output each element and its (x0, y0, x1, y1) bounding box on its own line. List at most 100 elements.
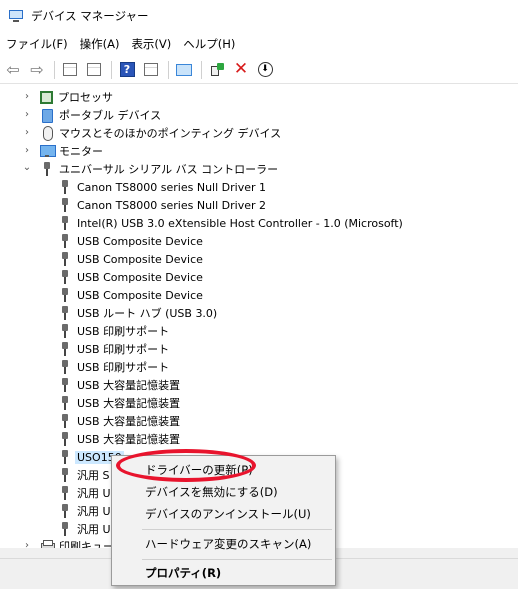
tree-item[interactable]: USB Composite Device (58, 250, 203, 268)
add-driver-icon[interactable] (206, 59, 228, 81)
tree-item[interactable]: Canon TS8000 series Null Driver 2 (58, 196, 266, 214)
menu-help[interactable]: ヘルプ(H) (177, 34, 241, 54)
tree-item[interactable]: USB Composite Device (58, 232, 203, 250)
tree-item[interactable]: USB 大容量記憶装置 (58, 376, 180, 394)
chevron-down-icon[interactable]: ⌄ (22, 163, 32, 173)
chevron-right-icon[interactable]: › (22, 110, 32, 120)
usb-icon (58, 234, 72, 248)
toolbar-separator (111, 60, 112, 79)
usb-icon (58, 414, 72, 428)
tree-item[interactable]: 汎用 U (58, 484, 111, 502)
usb-icon (58, 396, 72, 410)
tree-label: USB 印刷サポート (77, 325, 170, 338)
properties-icon[interactable] (59, 59, 81, 81)
usb-icon (58, 378, 72, 392)
tree-label: USB Composite Device (77, 288, 203, 302)
usb-icon (58, 252, 72, 266)
menu-separator (142, 529, 332, 530)
tree-item[interactable]: USB 印刷サポート (58, 340, 169, 358)
window-title: デバイス マネージャー (31, 9, 149, 23)
usb-icon (58, 450, 72, 464)
show-hidden-icon[interactable] (83, 59, 105, 81)
tree-item[interactable]: USB Composite Device (58, 268, 203, 286)
tree-item[interactable]: 汎用 U (58, 520, 111, 538)
tree-label: ユニバーサル シリアル バス コントローラー (59, 163, 279, 176)
tree-item[interactable]: USB 大容量記憶装置 (58, 430, 180, 448)
tree-category-monitor[interactable]: › モニター (22, 142, 103, 160)
tree-category-usb[interactable]: ⌄ ユニバーサル シリアル バス コントローラー (22, 160, 278, 178)
tree-label: USB Composite Device (77, 252, 203, 266)
tree-item[interactable]: 汎用 S (58, 466, 109, 484)
tree-label: USB 大容量記憶装置 (77, 397, 181, 410)
usb-icon (58, 468, 72, 482)
scan-hardware-menu-item[interactable]: ハードウェア変更のスキャン(A) (113, 533, 334, 555)
tree-label: 汎用 U (77, 505, 111, 518)
toolbar: ⇦ ⇨ ? ✕ ⬇ (0, 56, 518, 84)
usb-icon (58, 522, 72, 536)
tree-category-processor[interactable]: › プロセッサ (22, 88, 113, 106)
usb-icon (58, 198, 72, 212)
mouse-icon (40, 126, 54, 141)
uninstall-device-menu-item[interactable]: デバイスのアンインストール(U) (113, 503, 334, 525)
tree-label: 汎用 U (77, 487, 111, 500)
usb-icon (58, 306, 72, 320)
chevron-right-icon[interactable]: › (22, 92, 32, 102)
usb-icon (58, 270, 72, 284)
tree-label: USB 印刷サポート (77, 343, 170, 356)
tree-item[interactable]: USB 印刷サポート (58, 358, 169, 376)
usb-icon (58, 180, 72, 194)
usb-icon (58, 432, 72, 446)
tree-label: USB 大容量記憶装置 (77, 415, 181, 428)
tree-label: プロセッサ (58, 91, 113, 104)
tree-label: 汎用 U (77, 523, 111, 536)
tree-item[interactable]: Canon TS8000 series Null Driver 1 (58, 178, 266, 196)
menu-bar: ファイル(F) 操作(A) 表示(V) ヘルプ(H) (0, 34, 241, 54)
processor-icon (40, 90, 53, 104)
properties-menu-item[interactable]: プロパティ(R) (113, 562, 334, 584)
tree-item[interactable]: USB 大容量記憶装置 (58, 412, 180, 430)
tree-label: 汎用 S (77, 469, 110, 482)
title-bar: デバイス マネージャー (0, 0, 518, 32)
monitor-icon (40, 144, 56, 158)
toolbar-separator (54, 60, 55, 79)
tree-item[interactable]: USB ルート ハブ (USB 3.0) (58, 304, 217, 322)
tree-label: ポータブル デバイス (59, 109, 162, 122)
portable-device-icon (40, 108, 54, 123)
highlight-oval (116, 449, 256, 482)
tree-label: USB 印刷サポート (77, 361, 170, 374)
view-icon[interactable] (140, 59, 162, 81)
toolbar-separator (201, 60, 202, 79)
tree-label: USB ルート ハブ (USB 3.0) (77, 307, 218, 320)
tree-label: モニター (59, 145, 103, 158)
usb-icon (58, 216, 72, 230)
tree-label: USB Composite Device (77, 234, 203, 248)
tree-label: USB 大容量記憶装置 (77, 433, 181, 446)
tree-item[interactable]: USB 大容量記憶装置 (58, 394, 180, 412)
usb-icon (58, 342, 72, 356)
back-arrow-icon[interactable]: ⇦ (2, 59, 24, 81)
uninstall-icon[interactable]: ✕ (230, 59, 252, 81)
scan-hardware-icon[interactable] (173, 59, 195, 81)
tree-category-portable[interactable]: › ポータブル デバイス (22, 106, 161, 124)
tree-item[interactable]: USB 印刷サポート (58, 322, 169, 340)
usb-icon (40, 162, 54, 176)
chevron-right-icon[interactable]: › (22, 128, 32, 138)
device-manager-icon (8, 9, 24, 23)
usb-icon (58, 324, 72, 338)
tree-label: USB Composite Device (77, 270, 203, 284)
menu-view[interactable]: 表示(V) (125, 34, 177, 54)
menu-separator (142, 559, 332, 560)
forward-arrow-icon[interactable]: ⇨ (26, 59, 48, 81)
tree-item[interactable]: Intel(R) USB 3.0 eXtensible Host Control… (58, 214, 403, 232)
tree-label: USB 大容量記憶装置 (77, 379, 181, 392)
menu-file[interactable]: ファイル(F) (0, 34, 74, 54)
tree-item[interactable]: 汎用 U (58, 502, 111, 520)
menu-action[interactable]: 操作(A) (74, 34, 126, 54)
usb-icon (58, 504, 72, 518)
tree-item[interactable]: USB Composite Device (58, 286, 203, 304)
disable-device-menu-item[interactable]: デバイスを無効にする(D) (113, 481, 334, 503)
tree-category-mouse[interactable]: › マウスとそのほかのポインティング デバイス (22, 124, 281, 142)
help-icon[interactable]: ? (116, 59, 138, 81)
chevron-right-icon[interactable]: › (22, 146, 32, 156)
update-driver-icon[interactable]: ⬇ (254, 59, 276, 81)
